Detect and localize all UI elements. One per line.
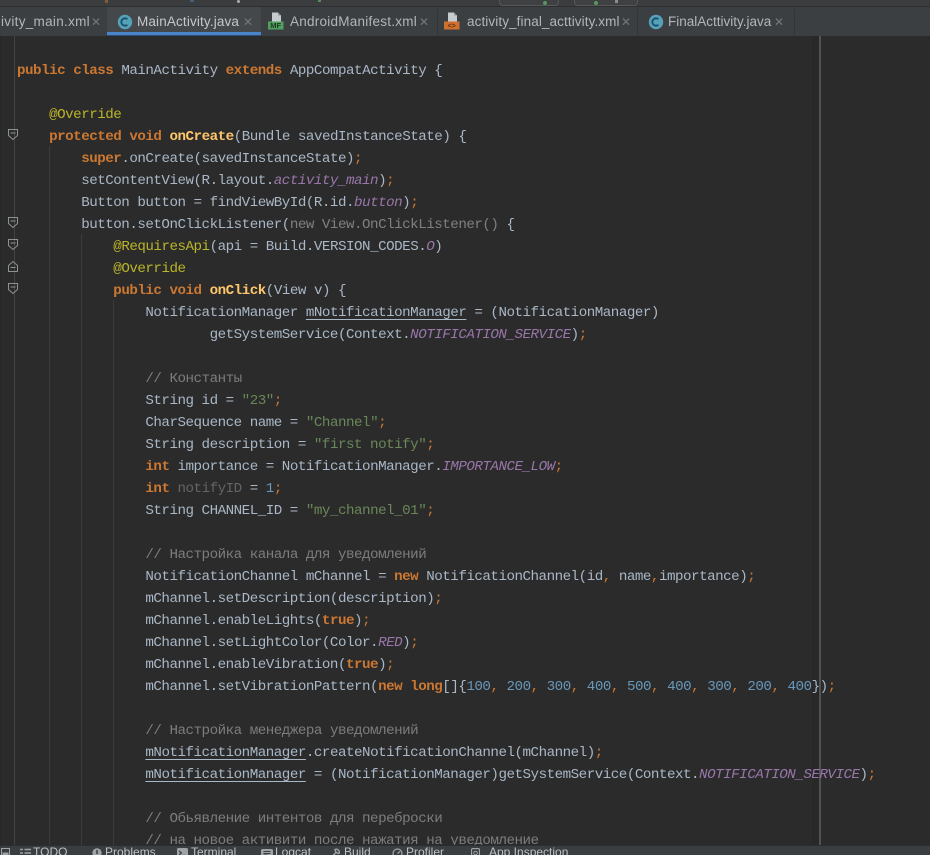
svg-text:<>: <>	[448, 23, 456, 30]
svg-text:MF: MF	[270, 21, 281, 30]
